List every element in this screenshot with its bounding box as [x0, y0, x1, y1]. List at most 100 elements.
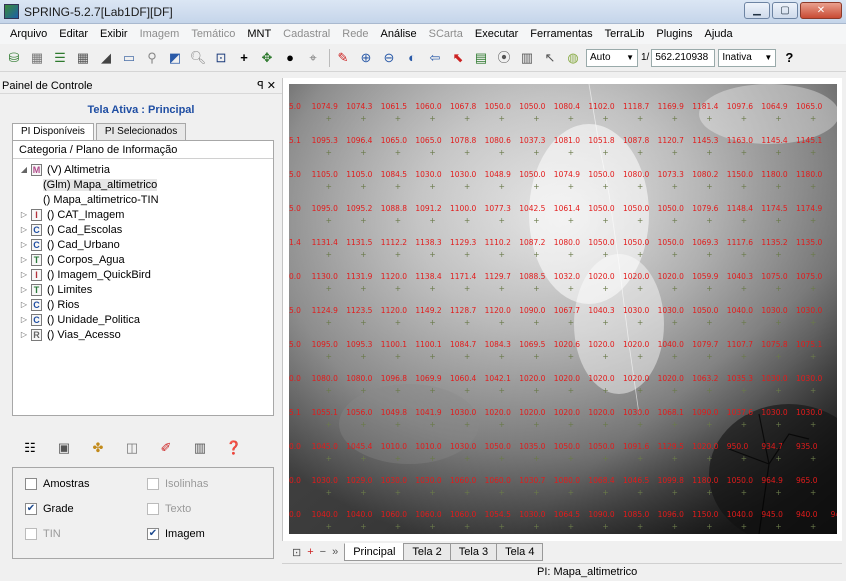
- tree-item[interactable]: ▷ C () Unidade_Politica: [13, 312, 273, 327]
- add-tab-icon[interactable]: +: [307, 546, 313, 558]
- tree-item[interactable]: ▷ T () Corpos_Agua: [13, 252, 273, 267]
- menu-item-an-lise[interactable]: Análise: [375, 28, 423, 40]
- checkmark-icon[interactable]: ✔: [25, 503, 37, 515]
- move-icon[interactable]: ✥: [257, 48, 277, 68]
- close-button[interactable]: ✕: [800, 2, 842, 19]
- layers-icon[interactable]: ▤: [471, 48, 491, 68]
- checkbox-grade[interactable]: ✔ Grade: [25, 503, 74, 515]
- pointer-icon[interactable]: ⌖: [303, 48, 323, 68]
- collapsed-arrow-icon[interactable]: ▷: [19, 285, 29, 294]
- tab-menu-icon[interactable]: »: [332, 546, 338, 558]
- tab-pi-selecionados[interactable]: PI Selecionados: [95, 123, 187, 141]
- menu-item-rede[interactable]: Rede: [336, 28, 374, 40]
- menu-item-imagem[interactable]: Imagem: [134, 28, 186, 40]
- tree-item[interactable]: ▷ R () Vias_Acesso: [13, 327, 273, 342]
- collapsed-arrow-icon[interactable]: ▷: [19, 210, 29, 219]
- checkmark-icon[interactable]: ✔: [147, 528, 159, 540]
- measure-icon[interactable]: ⦿: [494, 48, 514, 68]
- select-icon[interactable]: ⊡: [211, 48, 231, 68]
- zoom-mode-select[interactable]: Auto ▼: [586, 48, 638, 67]
- map-view[interactable]: 5.0 1074.9 +1074.3 +1061.5 +1060.0 +1067.8 +10…: [282, 78, 842, 541]
- project-icon[interactable]: ▦: [27, 48, 47, 68]
- remove-tab-icon[interactable]: −: [320, 546, 326, 558]
- tree-item[interactable]: ▷ T () Limites: [13, 282, 273, 297]
- color-icon[interactable]: ✤: [88, 438, 108, 458]
- palette-icon[interactable]: ◍: [563, 48, 583, 68]
- expanded-arrow-icon[interactable]: ◢: [19, 165, 29, 174]
- grid-icon[interactable]: ▦: [73, 48, 93, 68]
- tree-item[interactable]: ◢ M (V) Altimetria: [13, 162, 273, 177]
- first-tab-icon[interactable]: ⊡: [292, 546, 301, 559]
- view-icon[interactable]: ◩: [165, 48, 185, 68]
- stack-icon[interactable]: ☰: [50, 48, 70, 68]
- back-icon[interactable]: ⇦: [425, 48, 445, 68]
- window-icon[interactable]: ▭: [119, 48, 139, 68]
- info-icon[interactable]: ●: [280, 48, 300, 68]
- collapsed-arrow-icon[interactable]: ▷: [19, 300, 29, 309]
- menu-item-ferramentas[interactable]: Ferramentas: [524, 28, 598, 40]
- collapsed-arrow-icon[interactable]: ▷: [19, 255, 29, 264]
- tab-principal[interactable]: Principal: [344, 543, 405, 561]
- state-select[interactable]: Inativa ▼: [718, 48, 777, 67]
- collapsed-arrow-icon[interactable]: ▷: [19, 315, 29, 324]
- collapsed-arrow-icon[interactable]: ▷: [19, 225, 29, 234]
- menu-item-ajuda[interactable]: Ajuda: [698, 28, 738, 40]
- minimize-button[interactable]: ▁: [744, 2, 770, 19]
- grid-point-marker: +: [706, 284, 713, 293]
- checkbox-imagem[interactable]: ✔ Imagem: [147, 528, 205, 540]
- menu-item-cadastral[interactable]: Cadastral: [277, 28, 336, 40]
- tab-pi-disponiveis[interactable]: PI Disponíveis: [12, 123, 94, 141]
- edit-icon[interactable]: ✎: [333, 48, 353, 68]
- menu-item-plugins[interactable]: Plugins: [650, 28, 698, 40]
- tree-item[interactable]: ▷ C () Rios: [13, 297, 273, 312]
- tree-item[interactable]: ▷ C () Cad_Urbano: [13, 237, 273, 252]
- tool-icon[interactable]: ⚲: [142, 48, 162, 68]
- plus-icon[interactable]: +: [234, 48, 254, 68]
- checkbox-amostras[interactable]: Amostras: [25, 478, 89, 490]
- tree-item[interactable]: (Glm) Mapa_altimetrico: [13, 177, 273, 192]
- empty-checkbox-icon[interactable]: [25, 478, 37, 490]
- list-icon[interactable]: ☷: [20, 438, 40, 458]
- panel-pin-close-icon[interactable]: ꟼ ✕: [257, 79, 276, 92]
- help-icon[interactable]: ?: [779, 48, 799, 68]
- table-view-icon[interactable]: ▥: [190, 438, 210, 458]
- tree-item[interactable]: ▷ C () Cad_Escolas: [13, 222, 273, 237]
- pencil-icon[interactable]: ◢: [96, 48, 116, 68]
- menu-item-executar[interactable]: Executar: [469, 28, 524, 40]
- maximize-button[interactable]: ▢: [772, 2, 798, 19]
- zoom-out-icon[interactable]: ⊖: [379, 48, 399, 68]
- menu-item-tem-tico[interactable]: Temático: [185, 28, 241, 40]
- menu-item-scarta[interactable]: SCarta: [423, 28, 469, 40]
- tree-item[interactable]: ▷ I () CAT_Imagem: [13, 207, 273, 222]
- table-icon[interactable]: ▥: [517, 48, 537, 68]
- chart-icon[interactable]: ◫: [122, 438, 142, 458]
- collapsed-arrow-icon[interactable]: ▷: [19, 330, 29, 339]
- collapsed-arrow-icon[interactable]: ▷: [19, 270, 29, 279]
- tab-tela-2[interactable]: Tela 2: [403, 543, 451, 561]
- menu-item-terralib[interactable]: TerraLib: [599, 28, 651, 40]
- menu-item-arquivo[interactable]: Arquivo: [4, 28, 53, 40]
- search-icon[interactable]: 🔍︎: [188, 48, 208, 68]
- tree-item[interactable]: ▷ I () Imagem_QuickBird: [13, 267, 273, 282]
- scale-input[interactable]: 562.210938: [651, 48, 716, 67]
- help-circle-icon[interactable]: ❓: [224, 438, 244, 458]
- database-icon[interactable]: ⛁: [4, 48, 24, 68]
- pencil-edit-icon[interactable]: ✐: [156, 438, 176, 458]
- grid-point-marker: +: [602, 352, 609, 361]
- properties-icon[interactable]: ▣: [54, 438, 74, 458]
- map-canvas[interactable]: 5.0 1074.9 +1074.3 +1061.5 +1060.0 +1067.8 +10…: [289, 84, 837, 534]
- menu-item-exibir[interactable]: Exibir: [94, 28, 134, 40]
- tab-tela-4[interactable]: Tela 4: [496, 543, 544, 561]
- menu-item-editar[interactable]: Editar: [53, 28, 94, 40]
- zoom-back-icon[interactable]: ◐: [402, 48, 422, 68]
- cursor-icon[interactable]: ↖: [540, 48, 560, 68]
- collapsed-arrow-icon[interactable]: ▷: [19, 240, 29, 249]
- grid-point-marker: +: [602, 114, 609, 123]
- tree-item[interactable]: () Mapa_altimetrico-TIN: [13, 192, 273, 207]
- tab-tela-3[interactable]: Tela 3: [449, 543, 498, 561]
- pan-icon[interactable]: ⬉: [448, 48, 468, 68]
- menu-item-mnt[interactable]: MNT: [241, 28, 277, 40]
- zoom-in-icon[interactable]: ⊕: [356, 48, 376, 68]
- grid-value-label: 1050.0: [519, 170, 546, 179]
- grid-value-label: 1020.0: [588, 374, 615, 383]
